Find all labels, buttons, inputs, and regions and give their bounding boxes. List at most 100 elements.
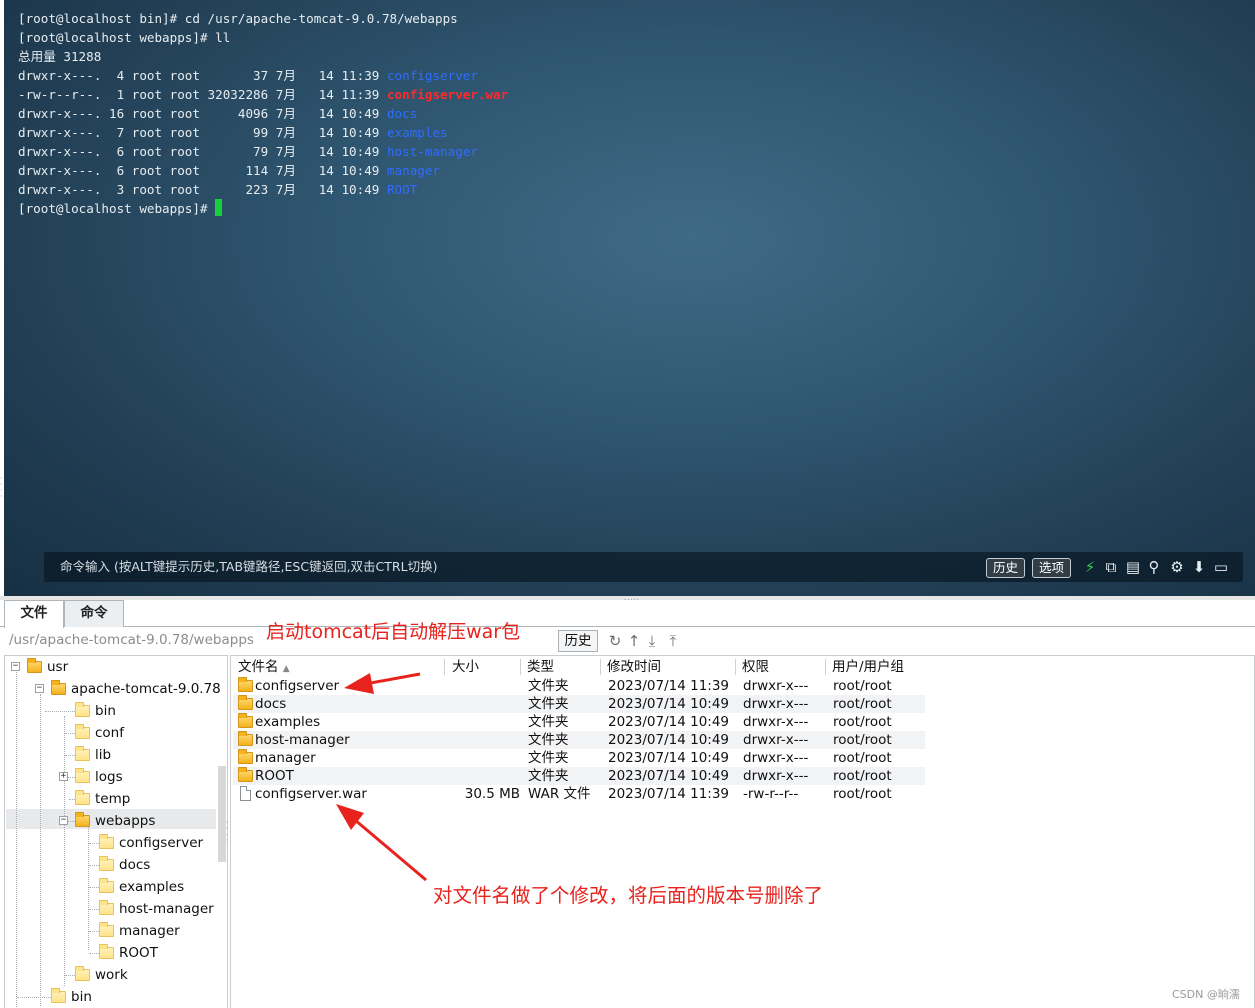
folder-icon xyxy=(75,966,90,981)
tree-toggle-apache-tomcat[interactable]: − xyxy=(35,684,44,693)
panel-tabs: 文件 命令 xyxy=(0,600,1255,628)
folder-icon xyxy=(51,988,66,1003)
table-row[interactable]: docs 文件夹 2023/07/14 10:49 drwxr-x--- root/ro… xyxy=(233,695,925,713)
file-icon xyxy=(240,786,251,801)
file-perm: drwxr-x--- xyxy=(743,714,809,730)
file-mtime: 2023/07/14 10:49 xyxy=(608,714,730,730)
file-list[interactable]: 文件名 ▲ 大小 类型 修改时间 权限 用户/用户组 configserver 文… xyxy=(230,655,1255,1008)
table-row[interactable]: ROOT 文件夹 2023/07/14 10:49 drwxr-x--- root/ro… xyxy=(233,767,925,785)
path-bar: /usr/apache-tomcat-9.0.78/webapps 启动tomc… xyxy=(0,621,1255,653)
file-owner: root/root xyxy=(833,696,892,712)
file-perm: drwxr-x--- xyxy=(743,678,809,694)
file-type: 文件夹 xyxy=(528,714,569,730)
file-name: docs xyxy=(255,696,287,712)
file-mtime: 2023/07/14 10:49 xyxy=(608,696,730,712)
copy-icon[interactable]: ⧉ xyxy=(1102,557,1120,577)
tree-toggle-logs[interactable]: + xyxy=(59,772,68,781)
file-owner: root/root xyxy=(833,678,892,694)
file-perm: drwxr-x--- xyxy=(743,768,809,784)
terminal-filename: manager xyxy=(386,163,441,178)
annotation-top: 启动tomcat后自动解压war包 xyxy=(266,621,521,643)
folder-icon xyxy=(75,702,90,717)
folder-icon xyxy=(99,834,114,849)
terminal-history-button[interactable]: 历史 xyxy=(986,558,1026,578)
file-mtime: 2023/07/14 11:39 xyxy=(608,678,730,694)
col-header-type[interactable]: 类型 xyxy=(527,657,554,678)
terminal-filename: ROOT xyxy=(386,182,418,197)
col-header-mtime[interactable]: 修改时间 xyxy=(607,657,661,678)
col-header-size[interactable]: 大小 xyxy=(452,657,479,678)
terminal-filename: configserver xyxy=(386,68,478,83)
download-icon[interactable]: ⤓ xyxy=(643,631,661,651)
watermark: CSDN @晌濡 xyxy=(1172,988,1240,1001)
col-header-name[interactable]: 文件名 ▲ xyxy=(238,657,290,678)
table-row[interactable]: configserver.war 30.5 MB WAR 文件 2023/07/14 … xyxy=(233,785,925,803)
folder-icon xyxy=(238,767,253,782)
file-mtime: 2023/07/14 11:39 xyxy=(608,786,730,802)
gear-icon[interactable]: ⚙ xyxy=(1168,557,1186,577)
col-header-perm[interactable]: 权限 xyxy=(742,657,769,678)
lightning-icon[interactable]: ⚡ xyxy=(1081,557,1099,577)
file-perm: drwxr-x--- xyxy=(743,750,809,766)
tree-toggle-webapps[interactable]: − xyxy=(59,816,68,825)
table-row[interactable]: configserver 文件夹 2023/07/14 11:39 drwxr-x--… xyxy=(233,677,925,695)
current-path[interactable]: /usr/apache-tomcat-9.0.78/webapps xyxy=(9,632,254,648)
sort-asc-icon: ▲ xyxy=(282,664,290,674)
folder-icon xyxy=(99,922,114,937)
search-icon[interactable]: ⚲ xyxy=(1145,557,1163,577)
table-row[interactable]: host-manager 文件夹 2023/07/14 10:49 drwxr-x--… xyxy=(233,731,925,749)
file-type: 文件夹 xyxy=(528,678,569,694)
file-owner: root/root xyxy=(833,732,892,748)
paste-icon[interactable]: ▤ xyxy=(1124,557,1142,577)
window-icon[interactable]: ▭ xyxy=(1212,557,1230,577)
file-name: ROOT xyxy=(255,768,294,784)
file-mtime: 2023/07/14 10:49 xyxy=(608,768,730,784)
refresh-icon[interactable]: ↻ xyxy=(606,631,624,651)
folder-icon xyxy=(75,746,90,761)
file-perm: drwxr-x--- xyxy=(743,696,809,712)
tab-commands[interactable]: 命令 xyxy=(64,600,124,627)
terminal-line: -rw-r--r--. 1 root root 32032286 7月 14 1… xyxy=(18,87,509,102)
terminal-line: 总用量 31288 xyxy=(18,49,102,64)
file-type: 文件夹 xyxy=(528,732,569,748)
folder-icon xyxy=(75,768,90,783)
file-type: 文件夹 xyxy=(528,768,569,784)
table-row[interactable]: examples 文件夹 2023/07/14 10:49 drwxr-x--- roo… xyxy=(233,713,925,731)
col-header-owner[interactable]: 用户/用户组 xyxy=(832,657,904,678)
terminal-line: drwxr-x---. 4 root root 37 7月 14 11:39 c… xyxy=(18,68,478,83)
directory-tree[interactable]: − − + − usr apache-tomcat-9.0.78 bin con… xyxy=(4,655,228,1008)
terminal-options-button[interactable]: 选项 xyxy=(1032,558,1072,578)
folder-icon xyxy=(51,680,66,695)
file-name: configserver.war xyxy=(255,786,367,802)
terminal-panel[interactable]: [root@localhost bin]# cd /usr/apache-tom… xyxy=(4,0,1255,596)
file-owner: root/root xyxy=(833,750,892,766)
folder-icon xyxy=(238,677,253,692)
annotation-bottom: 对文件名做了个修改，将后面的版本号删除了 xyxy=(433,884,824,907)
path-history-button[interactable]: 历史 xyxy=(558,630,598,652)
terminal-filename: docs xyxy=(386,106,418,121)
command-input-bar[interactable]: 命令输入 (按ALT键提示历史,TAB键路径,ESC键返回,双击CTRL切换) … xyxy=(44,552,1243,582)
file-type: 文件夹 xyxy=(528,750,569,766)
tree-toggle-usr[interactable]: − xyxy=(11,662,20,671)
tab-files[interactable]: 文件 xyxy=(4,600,64,628)
terminal-line: [root@localhost webapps]# xyxy=(18,199,508,218)
folder-icon xyxy=(99,856,114,871)
folder-icon xyxy=(75,790,90,805)
left-resize-grip[interactable]: · · · · xyxy=(0,475,4,502)
up-icon[interactable]: ↑ xyxy=(625,631,643,651)
file-perm: -rw-r--r-- xyxy=(743,786,799,802)
upload-icon[interactable]: ⤒ xyxy=(664,631,682,651)
file-name: configserver xyxy=(255,678,340,694)
file-name: host-manager xyxy=(255,732,350,748)
table-row[interactable]: manager 文件夹 2023/07/14 10:49 drwxr-x--- root… xyxy=(233,749,925,767)
folder-icon xyxy=(99,944,114,959)
file-perm: drwxr-x--- xyxy=(743,732,809,748)
terminal-line: [root@localhost bin]# cd /usr/apache-tom… xyxy=(18,11,458,26)
download-icon[interactable]: ⬇ xyxy=(1190,557,1208,577)
folder-icon xyxy=(238,749,253,764)
terminal-filename: examples xyxy=(386,125,448,140)
folder-icon xyxy=(99,900,114,915)
file-owner: root/root xyxy=(833,714,892,730)
terminal-line: [root@localhost webapps]# ll xyxy=(18,30,231,45)
terminal-line: drwxr-x---. 6 root root 79 7月 14 10:49 h… xyxy=(18,144,478,159)
